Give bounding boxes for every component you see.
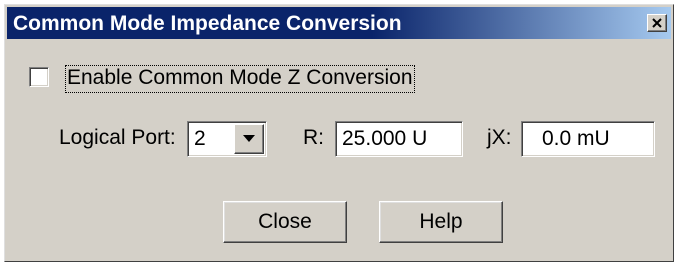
r-input[interactable]: 25.000 U bbox=[335, 121, 463, 157]
logical-port-label: Logical Port: bbox=[59, 126, 176, 149]
r-input-value: 25.000 U bbox=[342, 127, 428, 150]
logical-port-dropdown-button[interactable] bbox=[234, 124, 264, 154]
jx-input-value: 0.0 mU bbox=[542, 127, 610, 150]
enable-conversion-label[interactable]: Enable Common Mode Z Conversion bbox=[65, 65, 415, 93]
close-icon bbox=[652, 18, 662, 28]
close-button[interactable]: Close bbox=[223, 201, 347, 243]
window-title: Common Mode Impedance Conversion bbox=[13, 12, 402, 35]
title-bar[interactable]: Common Mode Impedance Conversion bbox=[7, 7, 671, 39]
jx-input[interactable]: 0.0 mU bbox=[521, 121, 655, 157]
jx-label: jX: bbox=[487, 126, 512, 149]
dialog-window: Common Mode Impedance Conversion Enable … bbox=[4, 4, 674, 262]
logical-port-select[interactable]: 2 bbox=[187, 121, 267, 157]
enable-conversion-checkbox[interactable] bbox=[29, 67, 49, 87]
help-button[interactable]: Help bbox=[379, 201, 503, 243]
logical-port-value: 2 bbox=[194, 127, 206, 150]
window-close-button[interactable] bbox=[647, 14, 667, 32]
r-label: R: bbox=[303, 126, 324, 149]
chevron-down-icon bbox=[243, 135, 255, 142]
